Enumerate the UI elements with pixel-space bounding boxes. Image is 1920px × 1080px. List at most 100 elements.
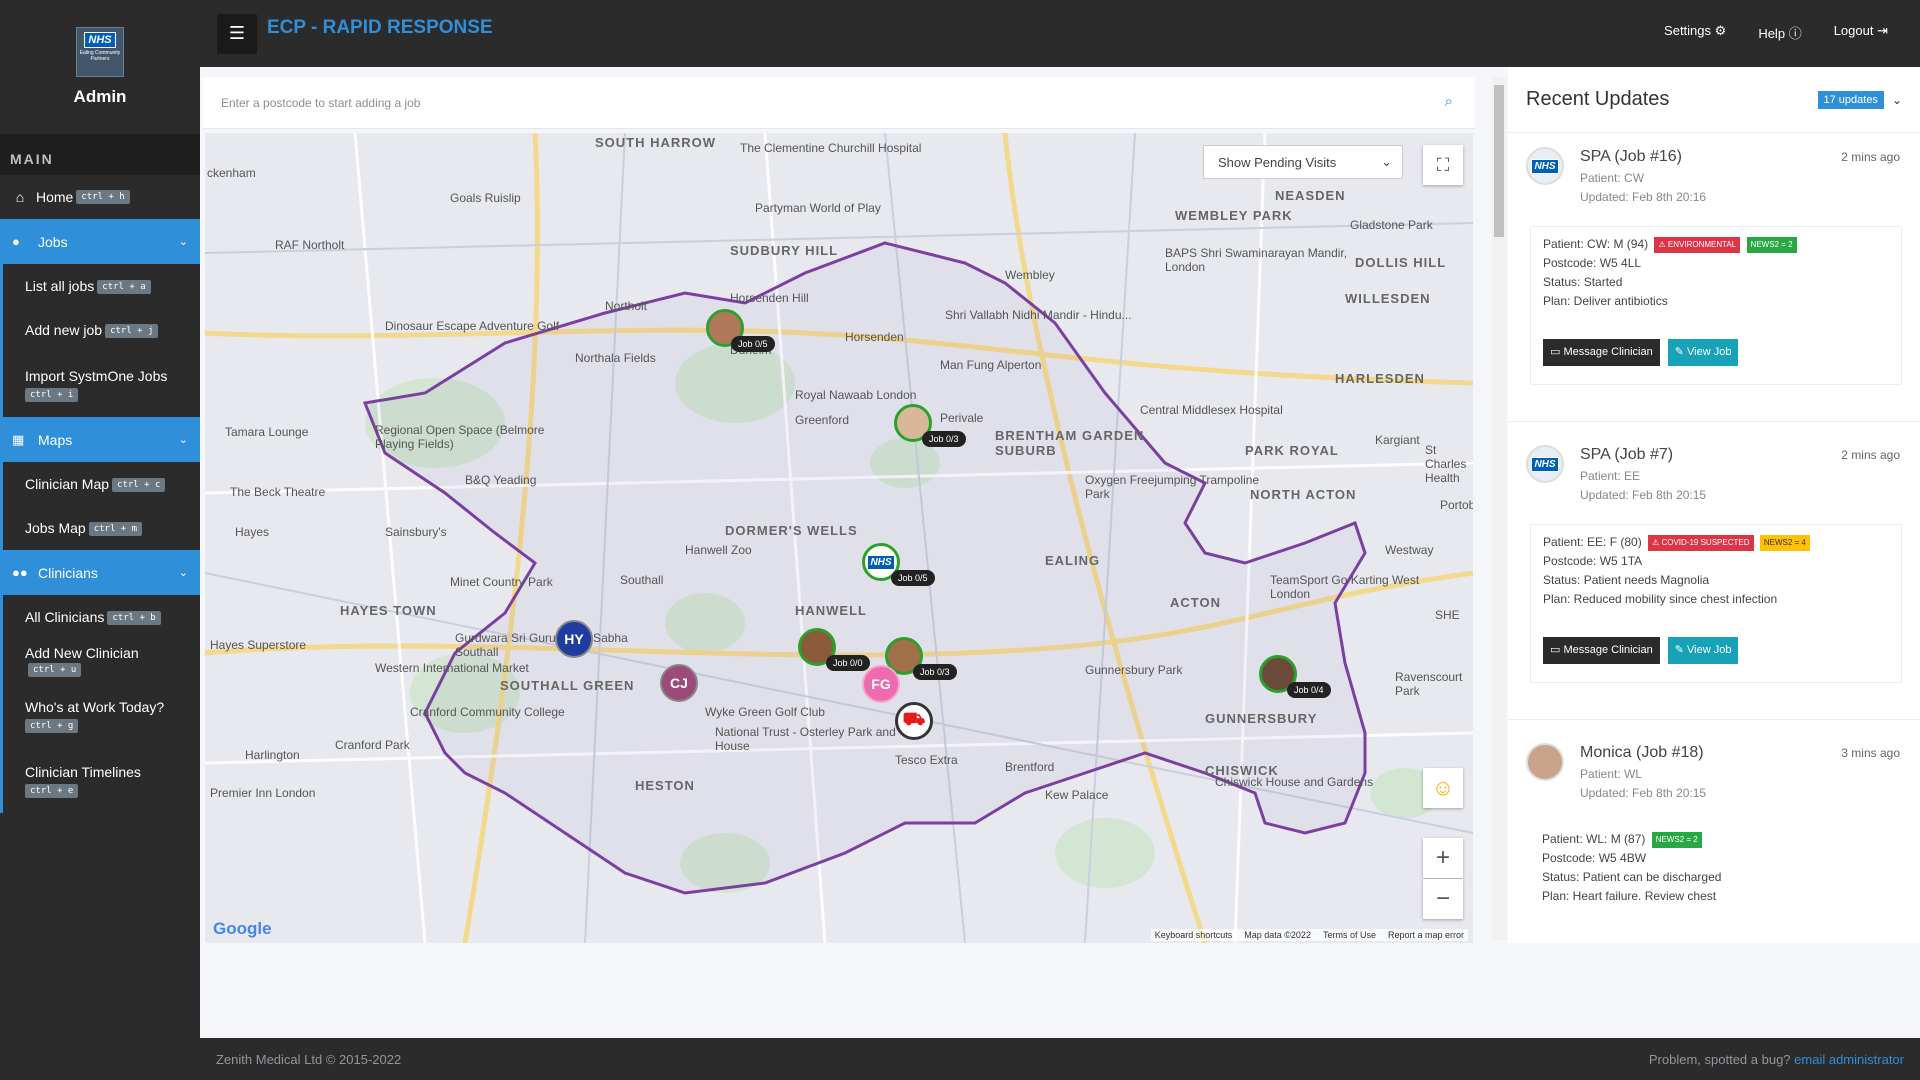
clinician-initials-marker-cj[interactable]: CJ [660, 664, 698, 702]
hamburger-menu-button[interactable]: ☰ [217, 13, 257, 54]
ambulance-marker[interactable]: ⛟ [895, 702, 933, 740]
pegman-icon: ☺ [1431, 775, 1455, 800]
sidebar-group-maps[interactable]: ▦ Maps ⌄ [0, 417, 200, 462]
shortcut-badge: ctrl + j [105, 324, 159, 339]
sidebar-item-label: All Clinicians [25, 608, 105, 625]
update-title[interactable]: Monica (Job #18) [1580, 744, 1841, 762]
update-updated: Updated: Feb 8th 20:16 [1580, 190, 1707, 204]
sidebar-item-label: Import SystmOne Jobs [25, 367, 168, 384]
update-title[interactable]: SPA (Job #16) [1580, 148, 1841, 166]
map-place-label: Wembley [1005, 268, 1055, 282]
job-count-label: Job 0/3 [913, 664, 957, 680]
sidebar-item-whos-at-work[interactable]: Who's at Work Today? ctrl + g [3, 683, 200, 748]
scrollbar-thumb[interactable] [1494, 85, 1504, 237]
search-input[interactable]: Enter a postcode to start adding a job [221, 96, 420, 110]
map-place-label: Partyman World of Play [755, 201, 881, 215]
map-panel-scrollbar[interactable] [1492, 77, 1506, 940]
clinician-avatar [1526, 743, 1564, 781]
update-card: NHS SPA (Job #16) Patient: CW Updated: F… [1526, 147, 1920, 385]
terms-link[interactable]: Terms of Use [1323, 930, 1376, 940]
edit-icon: ✎ [1674, 644, 1684, 656]
update-details: Patient: EE: F (80) ⚠ COVID-19 SUSPECTED… [1530, 524, 1902, 683]
nhs-icon: NHS [1531, 158, 1559, 174]
tag-label: COVID-19 SUSPECTED [1661, 537, 1750, 547]
chevron-down-icon[interactable]: ⌄ [1892, 93, 1902, 107]
update-details: Patient: CW: M (94) ⚠ ENVIRONMENTAL NEWS… [1530, 226, 1902, 385]
sidebar-item-list-all-jobs[interactable]: List all jobs ctrl + a [3, 264, 200, 308]
map-place-label: SUDBURY HILL [730, 243, 839, 258]
report-error-link[interactable]: Report a map error [1388, 930, 1464, 940]
map-place-label: WILLESDEN [1345, 291, 1431, 306]
top-nav: Settings ⚙ Help ⓘ Logout ⇥ [1664, 23, 1920, 42]
map-place-label: Kargiant [1375, 433, 1420, 447]
map-place-label: TeamSport Go Karting West London [1270, 573, 1420, 601]
map-place-label: Tamara Lounge [225, 425, 309, 439]
map-place-label: Dinosaur Escape Adventure Golf [385, 319, 560, 333]
map-place-label: Southall [620, 573, 664, 587]
help-link[interactable]: Help ⓘ [1758, 23, 1801, 42]
map-place-label: Hayes Superstore [210, 638, 307, 652]
button-label: Message Clinician [1563, 644, 1653, 656]
page-title: ECP - RAPID RESPONSE [267, 16, 493, 38]
message-clinician-button[interactable]: ▭ Message Clinician [1543, 339, 1660, 366]
map-data-label: Map data ©2022 [1244, 930, 1311, 940]
updates-count-badge[interactable]: 17 updates [1817, 90, 1884, 109]
help-label: Help [1758, 26, 1786, 41]
map-place-label: Horsenden [845, 330, 904, 344]
sidebar-item-add-new-clinician[interactable]: Add New Clinician ctrl + u [3, 639, 200, 683]
map-place-label: WEMBLEY PARK [1175, 208, 1293, 223]
logout-link[interactable]: Logout ⇥ [1834, 23, 1888, 42]
job-count-label: Job 0/3 [922, 431, 966, 447]
map-place-label: Gurdwara Sri Guru Singh Sabha Southall [455, 631, 628, 659]
sidebar-item-clinician-map[interactable]: Clinician Map ctrl + c [3, 462, 200, 506]
map-place-label: Northala Fields [575, 351, 656, 365]
copyright: Zenith Medical Ltd © 2015-2022 [216, 1051, 402, 1067]
map-place-label: Ravenscourt Park [1395, 670, 1463, 698]
detail-plan: Plan: Deliver antibiotics [1543, 294, 1668, 308]
map-place-label: Brentford [1005, 760, 1055, 774]
view-job-button[interactable]: ✎ View Job [1667, 339, 1739, 366]
update-title[interactable]: SPA (Job #7) [1580, 446, 1841, 464]
jobs-map[interactable]: SOUTH HARROW The Clementine Churchill Hos… [205, 133, 1473, 943]
chevron-down-icon: ⌄ [178, 236, 188, 248]
keyboard-shortcuts-link[interactable]: Keyboard shortcuts [1155, 930, 1233, 940]
map-place-label: PARK ROYAL [1245, 443, 1339, 458]
updates-title: Recent Updates [1526, 88, 1670, 110]
sidebar-item-add-new-job[interactable]: Add new job ctrl + j [3, 308, 200, 352]
search-icon[interactable]: ⌕ [1445, 93, 1453, 110]
map-place-label: Cranford Park [335, 738, 410, 752]
pending-visits-select[interactable]: Show Pending Visits ⌄ [1203, 145, 1403, 179]
clinician-initials-marker-fg[interactable]: FG [862, 665, 900, 703]
map-place-label: The Beck Theatre [230, 485, 326, 499]
detail-postcode: Postcode: W5 4BW [1542, 851, 1647, 865]
sidebar-item-home[interactable]: ⌂ Home ctrl + h [0, 175, 200, 219]
footer: Zenith Medical Ltd © 2015-2022 Problem, … [200, 1038, 1920, 1080]
zoom-in-button[interactable]: + [1423, 838, 1463, 878]
zoom-out-button[interactable]: − [1423, 879, 1463, 919]
news2-tag: NEWS2 = 2 [1746, 236, 1797, 253]
sidebar-group-jobs[interactable]: ● Jobs ⌄ [0, 219, 200, 264]
map-place-label: ACTON [1170, 595, 1221, 610]
clinician-initials-marker-hy[interactable]: HY [555, 620, 593, 658]
message-clinician-button[interactable]: ▭ Message Clinician [1543, 637, 1660, 664]
sidebar-item-jobs-map[interactable]: Jobs Map ctrl + m [3, 506, 200, 550]
sidebar-item-import-systmone-jobs[interactable]: Import SystmOne Jobs ctrl + i [3, 352, 200, 417]
street-view-pegman[interactable]: ☺ [1423, 768, 1463, 808]
edit-icon: ✎ [1674, 346, 1684, 358]
update-details: Patient: WL: M (87) NEWS2 = 2 Postcode: … [1530, 822, 1902, 914]
sidebar-group-clinicians[interactable]: ●● Clinicians ⌄ [0, 550, 200, 595]
shortcut-badge: ctrl + e [25, 783, 79, 798]
map-place-label: NORTH ACTON [1250, 487, 1357, 502]
fullscreen-button[interactable]: ⛶ [1423, 145, 1463, 185]
sidebar-item-all-clinicians[interactable]: All Clinicians ctrl + b [3, 595, 200, 639]
bug-text: Problem, spotted a bug? [1648, 1051, 1791, 1067]
detail-patient: Patient: WL: M (87) [1542, 832, 1646, 846]
sidebar-item-clinician-timelines[interactable]: Clinician Timelines ctrl + e [3, 748, 200, 813]
google-logo: Google [213, 919, 272, 939]
footer-right: Problem, spotted a bug? email administra… [1649, 1052, 1904, 1067]
environmental-tag: ⚠ ENVIRONMENTAL [1654, 236, 1741, 253]
postcode-search[interactable]: Enter a postcode to start adding a job ⌕ [203, 77, 1475, 129]
settings-link[interactable]: Settings ⚙ [1664, 23, 1726, 42]
view-job-button[interactable]: ✎ View Job [1667, 637, 1739, 664]
email-admin-link[interactable]: email administrator [1794, 1052, 1904, 1067]
